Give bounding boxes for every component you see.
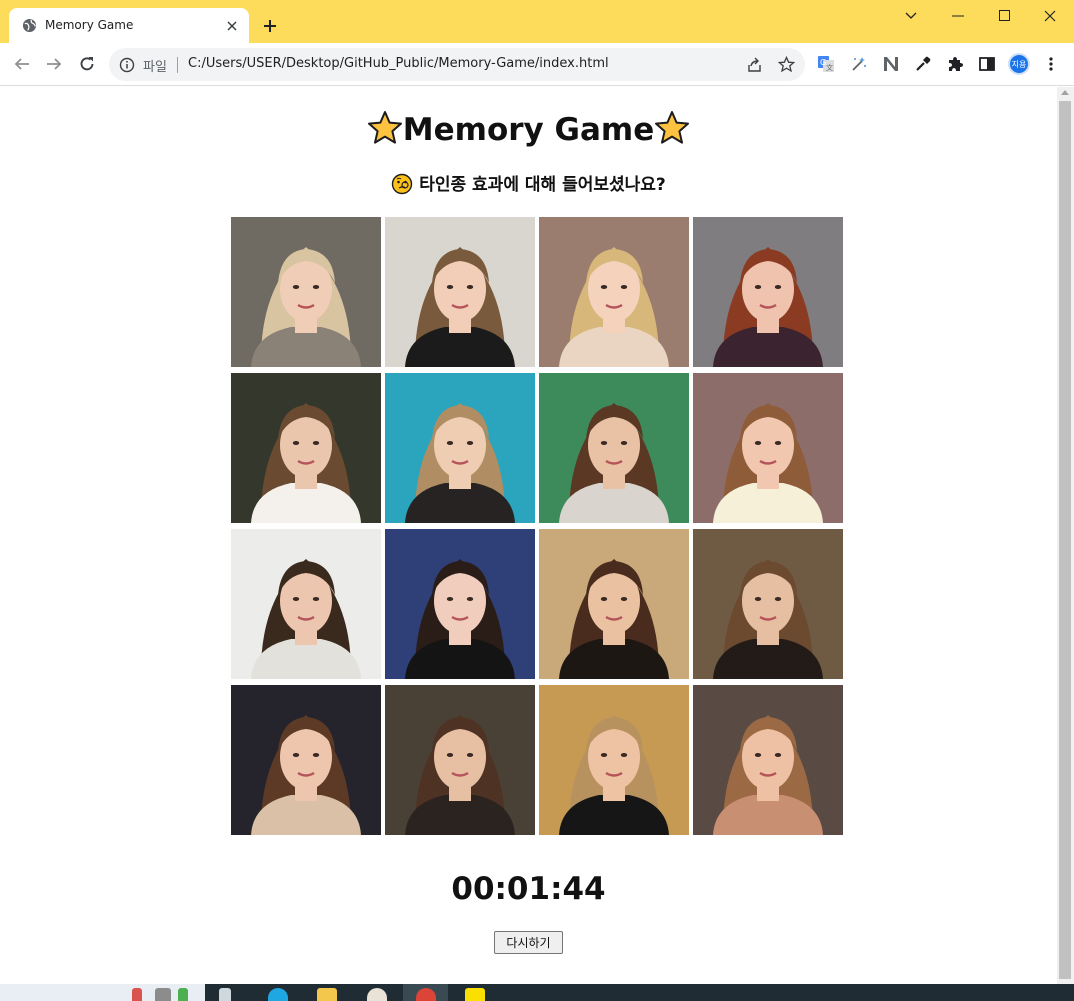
star-emoji-icon [367,111,402,144]
memory-card[interactable] [231,217,381,367]
memory-card[interactable] [231,685,381,835]
profile-avatar[interactable]: 지용 [1008,53,1030,75]
page-title: Memory Game [0,109,1057,151]
star-emoji-icon [655,111,690,144]
memory-card[interactable] [539,217,689,367]
page-subtitle-text: 타인종 효과에 대해 들어보셨나요? [419,175,666,195]
tree-icon[interactable] [178,988,188,1001]
portrait-photo [385,217,535,367]
portrait-photo [693,373,843,523]
portrait-photo [231,373,381,523]
maximize-icon[interactable] [981,0,1027,31]
memory-card[interactable] [539,529,689,679]
memory-card[interactable] [693,217,843,367]
side-panel-icon[interactable] [978,55,996,73]
portrait-photo [539,217,689,367]
card-grid [231,217,843,835]
puzzle-icon[interactable] [946,55,964,73]
memory-card[interactable] [693,529,843,679]
portrait-photo [693,529,843,679]
memory-card[interactable] [539,685,689,835]
share-icon[interactable] [746,56,763,73]
browser-tab[interactable]: Memory Game [9,8,249,44]
page-scrollbar[interactable] [1057,87,1074,984]
page-title-text: Memory Game [402,112,655,148]
restart-button[interactable]: 다시하기 [494,931,563,954]
portrait-photo [231,685,381,835]
portrait-photo [693,217,843,367]
memory-card[interactable] [231,529,381,679]
globe-icon [22,18,37,33]
portrait-photo [539,685,689,835]
portrait-photo [385,529,535,679]
scroll-thumb[interactable] [1059,101,1071,979]
memory-card[interactable] [693,685,843,835]
portrait-photo [539,373,689,523]
memory-card[interactable] [231,373,381,523]
memory-card[interactable] [385,373,535,523]
paint-icon[interactable] [367,988,387,1001]
start-icon[interactable] [219,988,231,1001]
memory-card[interactable] [693,373,843,523]
scheme-label: 파일 [143,60,167,75]
close-window-icon[interactable] [1027,0,1073,31]
taskbar-tray [0,984,205,1001]
portrait-photo [231,529,381,679]
chrome-icon[interactable] [416,988,436,1001]
star-bookmark-icon[interactable] [777,55,796,73]
scroll-up-arrow-icon[interactable] [1061,90,1069,95]
memory-card[interactable] [539,373,689,523]
eyedropper-icon[interactable] [914,55,932,73]
page-content: Memory Game 타인종 효과에 대해 들어보셨나요? 00:01:44 … [0,87,1057,984]
svg-text:文: 文 [826,63,833,72]
app-icon[interactable] [132,988,142,1001]
reload-icon[interactable] [76,53,98,75]
browser-toolbar: 파일 C:/Users/USER/Desktop/GitHub_Public/M… [0,43,1074,86]
edge-icon[interactable] [268,988,288,1001]
close-icon[interactable] [224,18,240,34]
memory-card[interactable] [385,217,535,367]
scheme-divider [177,57,178,73]
tab-title: Memory Game [45,18,134,32]
portrait-photo [231,217,381,367]
url-text[interactable]: C:/Users/USER/Desktop/GitHub_Public/Memo… [188,56,609,71]
portrait-photo [693,685,843,835]
plus-icon[interactable] [261,17,279,35]
browser-title-bar: Memory Game [0,0,1074,44]
portrait-photo [539,529,689,679]
windows-taskbar [205,984,1074,1001]
kakaotalk-icon[interactable] [465,988,485,1001]
extension-n-icon[interactable] [882,55,900,73]
minimize-icon[interactable] [935,0,981,31]
game-timer: 00:01:44 [451,871,606,907]
info-icon[interactable] [119,57,135,73]
chevron-down-icon[interactable] [888,0,934,31]
back-arrow-icon[interactable] [11,53,33,75]
more-vert-icon[interactable] [1042,55,1060,73]
memory-card[interactable] [385,529,535,679]
memory-card[interactable] [385,685,535,835]
page-subtitle: 타인종 효과에 대해 들어보셨나요? [0,173,1057,197]
translate-icon[interactable]: G文 [817,55,835,73]
portrait-photo [385,685,535,835]
forward-arrow-icon[interactable] [43,53,65,75]
thinking-face-icon [392,173,413,195]
folder-icon[interactable] [317,988,337,1001]
address-bar[interactable]: 파일 C:/Users/USER/Desktop/GitHub_Public/M… [109,48,805,81]
lock-icon[interactable] [155,988,171,1001]
magic-icon[interactable] [850,55,868,73]
portrait-photo [385,373,535,523]
